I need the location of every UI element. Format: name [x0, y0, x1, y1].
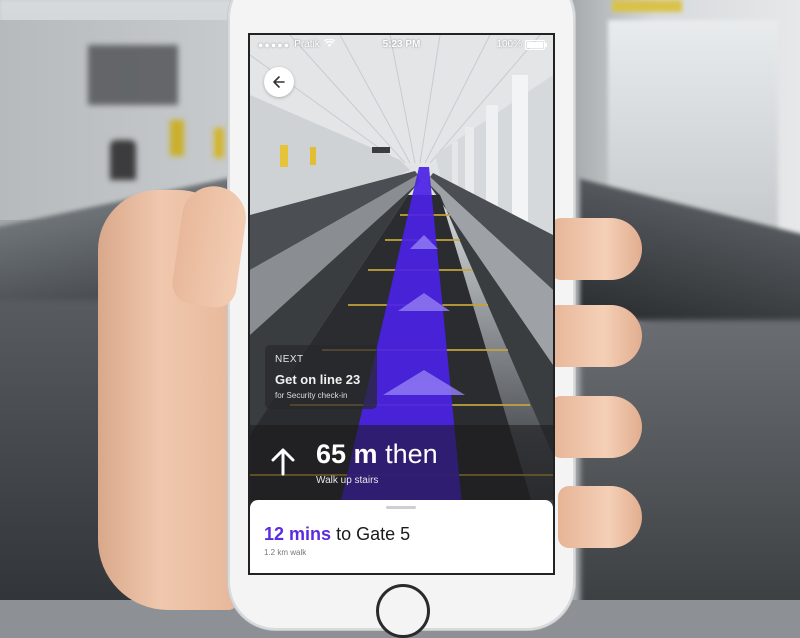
- background-sign: [170, 120, 184, 156]
- eta-destination: to Gate 5: [336, 524, 411, 544]
- background-yellow-sign: [612, 0, 682, 12]
- eta-minutes: 12 mins: [264, 524, 332, 544]
- walk-distance: 1.2 km walk: [264, 548, 307, 557]
- distance-value: 65 m: [316, 439, 378, 469]
- phone-screen: ●●●●● Pratik 5:23 PM 100% NEXT Get on li…: [248, 33, 555, 575]
- next-step-card[interactable]: NEXT Get on line 23 for Security check-i…: [265, 345, 377, 409]
- hand-finger: [550, 396, 642, 458]
- hand-finger: [558, 486, 642, 548]
- battery-percent: 100%: [496, 39, 522, 50]
- next-step-title: Get on line 23: [275, 372, 361, 387]
- arrow-left-icon: [273, 76, 285, 88]
- hand-finger: [546, 305, 642, 367]
- back-button[interactable]: [264, 67, 294, 97]
- arrow-up-icon: [271, 448, 295, 476]
- sheet-drag-handle[interactable]: [386, 506, 416, 509]
- distance-text: 65 m then: [316, 439, 438, 470]
- eta-summary: 12 mins to Gate 5: [264, 524, 410, 545]
- status-bar: ●●●●● Pratik 5:23 PM 100%: [250, 35, 553, 55]
- eta-bottom-sheet[interactable]: 12 mins to Gate 5 1.2 km walk: [250, 500, 553, 573]
- background-person: [110, 140, 136, 180]
- next-step-subtitle: for Security check-in: [275, 391, 348, 400]
- background-sign: [214, 128, 224, 158]
- direction-instruction: Walk up stairs: [316, 475, 379, 486]
- battery-icon: [525, 39, 547, 50]
- hand-finger: [550, 218, 642, 280]
- distance-suffix: then: [385, 439, 438, 469]
- next-step-label: NEXT: [275, 354, 304, 365]
- current-direction-panel: 65 m then Walk up stairs: [250, 425, 553, 500]
- background-poster: [88, 45, 178, 105]
- home-button[interactable]: [376, 584, 430, 638]
